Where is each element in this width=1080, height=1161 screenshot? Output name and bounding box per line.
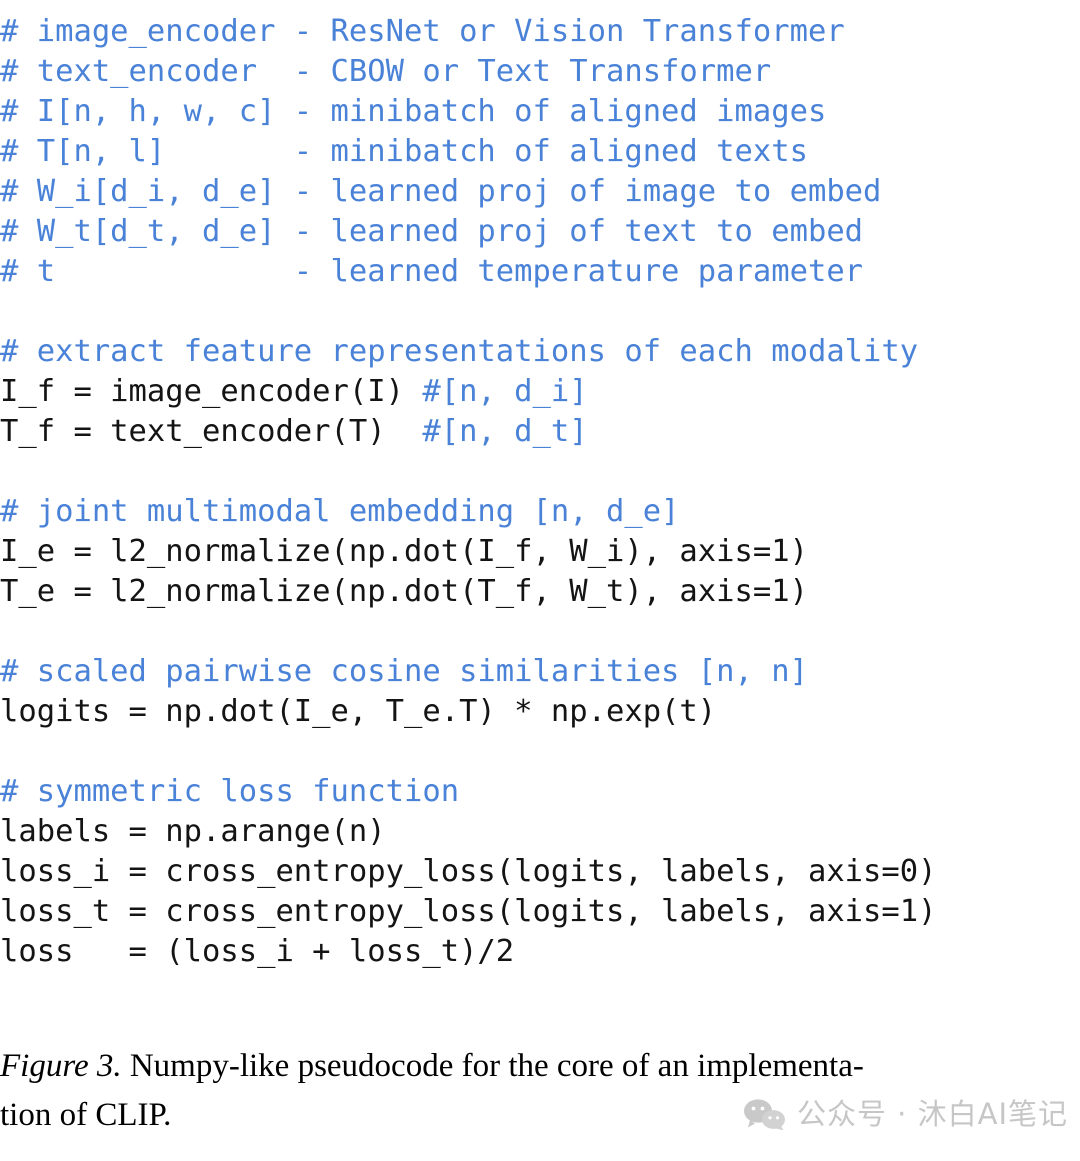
code-inline-comment: #[n, d_i] (422, 374, 588, 409)
figure-container: # image_encoder - ResNet or Vision Trans… (0, 0, 1080, 1161)
code-line: # joint multimodal embedding [n, d_e] (0, 492, 1080, 532)
caption-line-1-text: Numpy-like pseudocode for the core of an… (121, 1048, 864, 1084)
code-comment: # W_i[d_i, d_e] - learned proj of image … (0, 174, 882, 209)
caption-label: Figure 3. (0, 1048, 122, 1084)
code-line: # t - learned temperature parameter (0, 252, 1080, 292)
code-statement: loss_i = cross_entropy_loss(logits, labe… (0, 854, 937, 889)
code-line: T_f = text_encoder(T) #[n, d_t] (0, 412, 1080, 452)
code-line: # scaled pairwise cosine similarities [n… (0, 652, 1080, 692)
code-statement: T_f = text_encoder(T) (0, 414, 423, 449)
code-comment: # symmetric loss function (0, 774, 460, 809)
code-line: # image_encoder - ResNet or Vision Trans… (0, 12, 1080, 52)
code-line: # W_i[d_i, d_e] - learned proj of image … (0, 172, 1080, 212)
code-comment: # I[n, h, w, c] - minibatch of aligned i… (0, 94, 827, 129)
code-comment: # text_encoder - CBOW or Text Transforme… (0, 54, 772, 89)
watermark: 公众号 · 沐白AI笔记 (743, 1098, 1068, 1130)
caption-line-1: Figure 3. Numpy-like pseudocode for the … (0, 1042, 1080, 1091)
pseudocode-block: # image_encoder - ResNet or Vision Trans… (0, 12, 1080, 972)
code-line: T_e = l2_normalize(np.dot(T_f, W_t), axi… (0, 572, 1080, 612)
code-line: loss_t = cross_entropy_loss(logits, labe… (0, 892, 1080, 932)
code-statement: loss_t = cross_entropy_loss(logits, labe… (0, 894, 937, 929)
code-line: # text_encoder - CBOW or Text Transforme… (0, 52, 1080, 92)
code-line: # I[n, h, w, c] - minibatch of aligned i… (0, 92, 1080, 132)
code-line: # W_t[d_t, d_e] - learned proj of text t… (0, 212, 1080, 252)
code-line: I_f = image_encoder(I) #[n, d_i] (0, 372, 1080, 412)
wechat-icon (743, 1098, 787, 1130)
code-statement: loss = (loss_i + loss_t)/2 (0, 934, 515, 969)
code-comment: # t - learned temperature parameter (0, 254, 864, 289)
code-statement: logits = np.dot(I_e, T_e.T) * np.exp(t) (0, 694, 717, 729)
code-comment: # scaled pairwise cosine similarities [n… (0, 654, 808, 689)
code-line: # extract feature representations of eac… (0, 332, 1080, 372)
code-line: I_e = l2_normalize(np.dot(I_f, W_i), axi… (0, 532, 1080, 572)
code-statement: I_f = image_encoder(I) (0, 374, 423, 409)
code-line: loss_i = cross_entropy_loss(logits, labe… (0, 852, 1080, 892)
code-comment: # image_encoder - ResNet or Vision Trans… (0, 14, 845, 49)
code-comment: # W_t[d_t, d_e] - learned proj of text t… (0, 214, 864, 249)
code-statement: T_e = l2_normalize(np.dot(T_f, W_t), axi… (0, 574, 808, 609)
code-comment: # T[n, l] - minibatch of aligned texts (0, 134, 808, 169)
code-line: # symmetric loss function (0, 772, 1080, 812)
code-inline-comment: #[n, d_t] (422, 414, 588, 449)
watermark-text: 公众号 · 沐白AI笔记 (796, 1096, 1068, 1131)
code-line: loss = (loss_i + loss_t)/2 (0, 932, 1080, 972)
code-comment: # extract feature representations of eac… (0, 334, 919, 369)
code-statement: labels = np.arange(n) (0, 814, 386, 849)
code-line: labels = np.arange(n) (0, 812, 1080, 852)
code-line: # T[n, l] - minibatch of aligned texts (0, 132, 1080, 172)
code-comment: # joint multimodal embedding [n, d_e] (0, 494, 680, 529)
code-line: logits = np.dot(I_e, T_e.T) * np.exp(t) (0, 692, 1080, 732)
code-statement: I_e = l2_normalize(np.dot(I_f, W_i), axi… (0, 534, 808, 569)
